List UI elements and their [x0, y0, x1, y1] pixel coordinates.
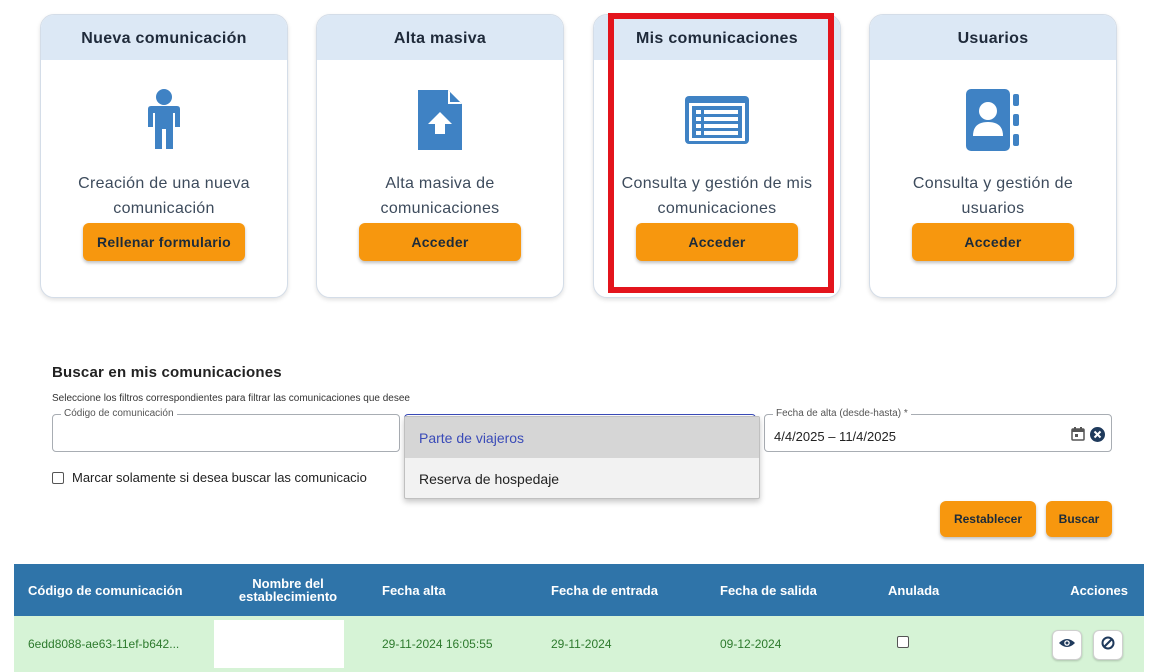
file-upload-icon	[317, 81, 563, 159]
card-description: Alta masiva de comunicaciones	[380, 175, 500, 217]
clear-icon[interactable]	[1090, 427, 1105, 447]
column-header[interactable]: Fecha de salida	[720, 564, 817, 616]
card-description: Consulta y gestión de usuarios	[912, 175, 1074, 217]
block-icon	[1101, 636, 1115, 655]
field-value: 4/4/2025 – 11/4/2025	[774, 429, 896, 444]
anuladas-checkbox-row[interactable]: Marcar solamente si desea buscar las com…	[52, 470, 367, 485]
search-title: Buscar en mis comunicaciones	[52, 364, 282, 381]
restablecer-button[interactable]: Restablecer	[940, 501, 1036, 537]
calendar-icon[interactable]	[1071, 427, 1085, 446]
buscar-button[interactable]: Buscar	[1046, 501, 1112, 537]
acceder-usuarios-button[interactable]: Acceder	[912, 223, 1074, 261]
column-header[interactable]: Fecha de entrada	[551, 564, 658, 616]
card-description: Creación de una nueva comunicación	[78, 175, 250, 217]
acceder-alta-masiva-button[interactable]: Acceder	[359, 223, 521, 261]
card-alta-masiva: Alta masiva Alta masiva de comunicacione…	[316, 14, 564, 298]
contacts-icon	[870, 81, 1116, 159]
column-header[interactable]: Anulada	[888, 564, 939, 616]
column-header: Acciones	[1070, 582, 1128, 598]
rellenar-formulario-button[interactable]: Rellenar formulario	[83, 223, 245, 261]
cell-entry: 29-11-2024	[551, 637, 612, 651]
field-label: Código de comunicación	[61, 408, 177, 420]
view-button[interactable]	[1052, 630, 1082, 660]
card-title: Nueva comunicación	[41, 15, 287, 60]
checkbox-label: Marcar solamente si desea buscar las com…	[72, 470, 367, 485]
column-header[interactable]: Nombre del establecimiento	[230, 564, 346, 616]
column-header[interactable]: Código de comunicación	[28, 564, 183, 616]
tipo-comunicacion-dropdown: Parte de viajeros Reserva de hospedaje	[404, 416, 760, 499]
card-nueva-comunicacion: Nueva comunicación Creación de una nueva…	[40, 14, 288, 298]
dropdown-option-parte-viajeros[interactable]: Parte de viajeros	[405, 417, 759, 458]
cell-exit: 09-12-2024	[720, 637, 782, 651]
card-title: Usuarios	[870, 15, 1116, 60]
column-header[interactable]: Fecha alta	[382, 564, 446, 616]
cell-created: 29-11-2024 16:05:55	[382, 637, 493, 651]
cards-section: Nueva comunicación Creación de una nueva…	[0, 0, 1152, 300]
cell-code: 6edd8088-ae63-11ef-b642...	[28, 637, 180, 651]
card-usuarios: Usuarios Consulta y gestión de usuarios …	[869, 14, 1117, 298]
dropdown-option-reserva-hospedaje[interactable]: Reserva de hospedaje	[405, 458, 759, 499]
field-label: Fecha de alta (desde-hasta) *	[773, 408, 911, 420]
anulada-checkbox[interactable]	[897, 636, 909, 648]
anuladas-checkbox[interactable]	[52, 471, 64, 484]
card-mis-comunicaciones: Mis comunicaciones Consulta y gestión de…	[593, 14, 841, 298]
card-title: Mis comunicaciones	[594, 15, 840, 60]
card-description: Consulta y gestión de mis comunicaciones	[621, 175, 813, 217]
search-subtitle: Seleccione los filtros correspondientes …	[52, 393, 410, 404]
list-icon	[594, 81, 840, 159]
fecha-alta-field[interactable]: Fecha de alta (desde-hasta) * 4/4/2025 –…	[764, 408, 1112, 452]
card-title: Alta masiva	[317, 15, 563, 60]
table-row[interactable]: 6edd8088-ae63-11ef-b642... 29-11-2024 16…	[14, 616, 1144, 672]
cancel-button[interactable]	[1093, 630, 1123, 660]
table-header: Código de comunicación Nombre del establ…	[14, 564, 1144, 616]
codigo-comunicacion-field[interactable]: Código de comunicación	[52, 408, 400, 452]
cell-name	[214, 620, 344, 668]
eye-icon	[1059, 636, 1075, 654]
person-icon	[41, 81, 287, 159]
acceder-mis-comunicaciones-button[interactable]: Acceder	[636, 223, 798, 261]
